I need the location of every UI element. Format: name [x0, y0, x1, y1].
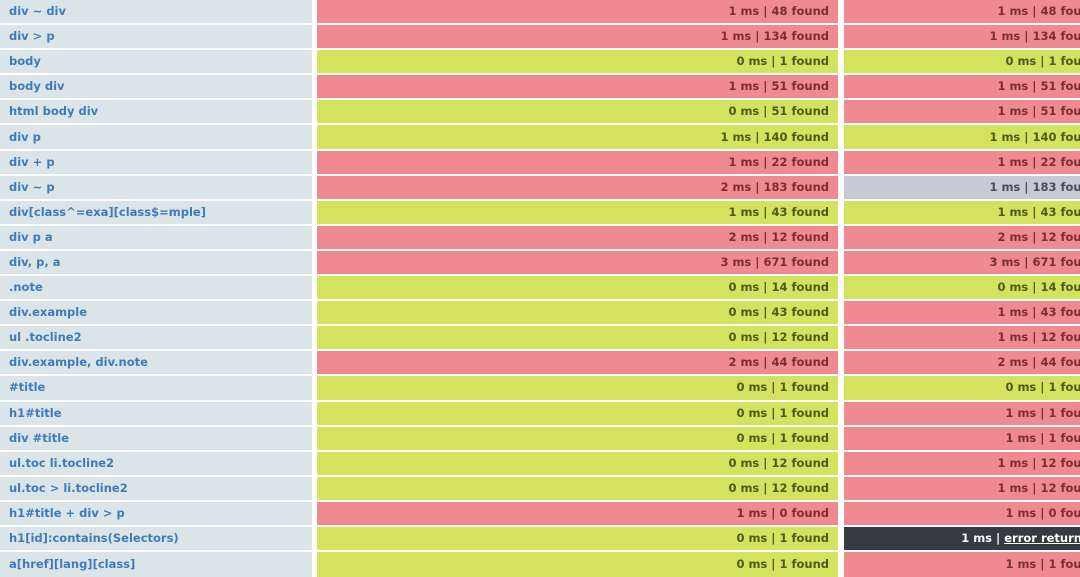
- timing-cell: 0 ms | 12 found: [317, 451, 844, 477]
- timing-cell: 1 ms | 1 found: [844, 426, 1080, 452]
- timing-cell: 1 ms | 140 found: [844, 125, 1080, 151]
- table-row: div #title0 ms | 1 found1 ms | 1 found: [0, 426, 1080, 452]
- selector-label[interactable]: div p: [0, 125, 317, 151]
- timing-cell: 1 ms | 0 found: [844, 501, 1080, 527]
- timing-cell: 0 ms | 1 found: [317, 426, 844, 452]
- timing-cell: 1 ms | error returned: [844, 526, 1080, 553]
- results-table-body: div ~ div1 ms | 48 found1 ms | 48 foundd…: [0, 0, 1080, 577]
- selector-label[interactable]: div, p, a: [0, 250, 317, 277]
- selector-label[interactable]: h1#title + div > p: [0, 501, 317, 527]
- selector-label[interactable]: h1[id]:contains(Selectors): [0, 526, 317, 553]
- selector-label[interactable]: div ~ p: [0, 175, 317, 201]
- timing-cell: 1 ms | 43 found: [844, 200, 1080, 226]
- table-row: h1[id]:contains(Selectors) 0 ms | 1 found…: [0, 526, 1080, 553]
- benchmark-results-table: div ~ div1 ms | 48 found1 ms | 48 foundd…: [0, 0, 1080, 577]
- table-row: ul.toc li.tocline2 0 ms | 12 found 1 ms | …: [0, 451, 1080, 477]
- selector-label[interactable]: ul .tocline2: [0, 326, 317, 352]
- table-row: body div1 ms | 51 found1 ms | 51 found: [0, 75, 1080, 101]
- timing-cell: 1 ms | 51 found: [844, 100, 1080, 126]
- selector-label[interactable]: h1#title: [0, 401, 317, 427]
- timing-cell: 0 ms | 12 found: [317, 476, 844, 502]
- timing-cell: 1 ms | 140 found: [317, 125, 844, 151]
- table-row: ul.toc > li.tocline2 0 ms | 12 found 1 ms …: [0, 476, 1080, 502]
- table-row: div.example, div.note 2 ms | 44 found 2 ms…: [0, 351, 1080, 377]
- table-row: .note0 ms | 14 found0 ms | 14 found: [0, 276, 1080, 302]
- selector-label[interactable]: a[href][lang][class]: [0, 552, 317, 577]
- timing-cell: 0 ms | 1 found: [317, 401, 844, 427]
- timing-cell: 1 ms | 12 found: [844, 326, 1080, 352]
- selector-label[interactable]: body div: [0, 75, 317, 101]
- selector-label[interactable]: #title: [0, 376, 317, 402]
- timing-cell: 0 ms | 14 found: [844, 276, 1080, 302]
- table-row: ul .tocline20 ms | 12 found1 ms | 12 fou…: [0, 326, 1080, 352]
- timing-cell: 0 ms | 1 found: [317, 526, 844, 553]
- selector-label[interactable]: div[class^=exa][class$=mple]: [0, 200, 317, 226]
- timing-cell: 1 ms | 51 found: [844, 75, 1080, 101]
- timing-cell: 1 ms | 51 found: [317, 75, 844, 101]
- timing-cell: 0 ms | 12 found: [317, 326, 844, 352]
- selector-label[interactable]: div.example, div.note: [0, 351, 317, 377]
- timing-cell: 1 ms | 0 found: [317, 501, 844, 527]
- table-row: h1#title0 ms | 1 found1 ms | 1 found: [0, 401, 1080, 427]
- timing-cell: 1 ms | 134 found: [844, 25, 1080, 51]
- table-row: div ~ p2 ms | 183 found1 ms | 183 found: [0, 175, 1080, 201]
- selector-label[interactable]: body: [0, 50, 317, 76]
- timing-cell: 1 ms | 12 found: [844, 451, 1080, 477]
- selector-label[interactable]: ul.toc li.tocline2: [0, 451, 317, 477]
- timing-cell: 2 ms | 44 found: [844, 351, 1080, 377]
- timing-cell: 1 ms | 43 found: [844, 301, 1080, 327]
- timing-cell: 0 ms | 51 found: [317, 100, 844, 126]
- table-row: a[href][lang][class] 0 ms | 1 found 1 ms |…: [0, 552, 1080, 577]
- table-row: html body div 0 ms | 51 found 1 ms | 51 fo…: [0, 100, 1080, 126]
- timing-cell: 1 ms | 134 found: [317, 25, 844, 51]
- timing-cell: 1 ms | 48 found: [844, 0, 1080, 26]
- timing-cell: 0 ms | 1 found: [317, 376, 844, 402]
- table-row: body0 ms | 1 found0 ms | 1 found: [0, 50, 1080, 76]
- table-row: div, p, a3 ms | 671 found3 ms | 671 foun…: [0, 250, 1080, 277]
- timing-cell: 3 ms | 671 found: [844, 250, 1080, 277]
- timing-cell: 1 ms | 12 found: [844, 476, 1080, 502]
- timing-cell: 0 ms | 14 found: [317, 276, 844, 302]
- selector-label[interactable]: div p a: [0, 225, 317, 251]
- timing-cell: 0 ms | 1 found: [844, 50, 1080, 76]
- table-row: div p1 ms | 140 found1 ms | 140 found: [0, 125, 1080, 151]
- table-row: div ~ div1 ms | 48 found1 ms | 48 found: [0, 0, 1080, 26]
- selector-label[interactable]: div + p: [0, 150, 317, 176]
- timing-cell: 2 ms | 44 found: [317, 351, 844, 377]
- table-row: div[class^=exa][class$=mple] 1 ms | 43 fo…: [0, 200, 1080, 226]
- timing-cell: 3 ms | 671 found: [317, 250, 844, 277]
- timing-cell: 2 ms | 12 found: [317, 225, 844, 251]
- selector-label[interactable]: html body div: [0, 100, 317, 126]
- table-row: #title0 ms | 1 found0 ms | 1 found: [0, 376, 1080, 402]
- selector-label[interactable]: ul.toc > li.tocline2: [0, 476, 317, 502]
- timing-cell: 1 ms | 22 found: [844, 150, 1080, 176]
- timing-cell: 2 ms | 12 found: [844, 225, 1080, 251]
- timing-cell: 2 ms | 183 found: [317, 175, 844, 201]
- timing-cell: 1 ms | 183 found: [844, 175, 1080, 201]
- timing-value: 1 ms |: [961, 531, 1005, 546]
- table-row: h1#title + div > p1 ms | 0 found 1 ms | 0…: [0, 501, 1080, 527]
- timing-cell: 1 ms | 22 found: [317, 150, 844, 176]
- timing-cell: 0 ms | 1 found: [844, 376, 1080, 402]
- selector-label[interactable]: .note: [0, 276, 317, 302]
- timing-cell: 0 ms | 1 found: [317, 552, 844, 577]
- table-row: div.example0 ms | 43 found1 ms | 43 foun…: [0, 301, 1080, 327]
- timing-cell: 1 ms | 1 found: [844, 552, 1080, 577]
- error-returned-label: error returned: [1004, 531, 1080, 546]
- timing-cell: 1 ms | 43 found: [317, 200, 844, 226]
- selector-label[interactable]: div ~ div: [0, 0, 317, 26]
- timing-cell: 1 ms | 48 found: [317, 0, 844, 26]
- table-row: div p a2 ms | 12 found2 ms | 12 found: [0, 225, 1080, 251]
- timing-cell: 0 ms | 1 found: [317, 50, 844, 76]
- selector-label[interactable]: div > p: [0, 25, 317, 51]
- timing-cell: 0 ms | 43 found: [317, 301, 844, 327]
- selector-label[interactable]: div.example: [0, 301, 317, 327]
- timing-cell: 1 ms | 1 found: [844, 401, 1080, 427]
- table-row: div > p1 ms | 134 found1 ms | 134 found: [0, 25, 1080, 51]
- selector-label[interactable]: div #title: [0, 426, 317, 452]
- table-row: div + p1 ms | 22 found1 ms | 22 found: [0, 150, 1080, 176]
